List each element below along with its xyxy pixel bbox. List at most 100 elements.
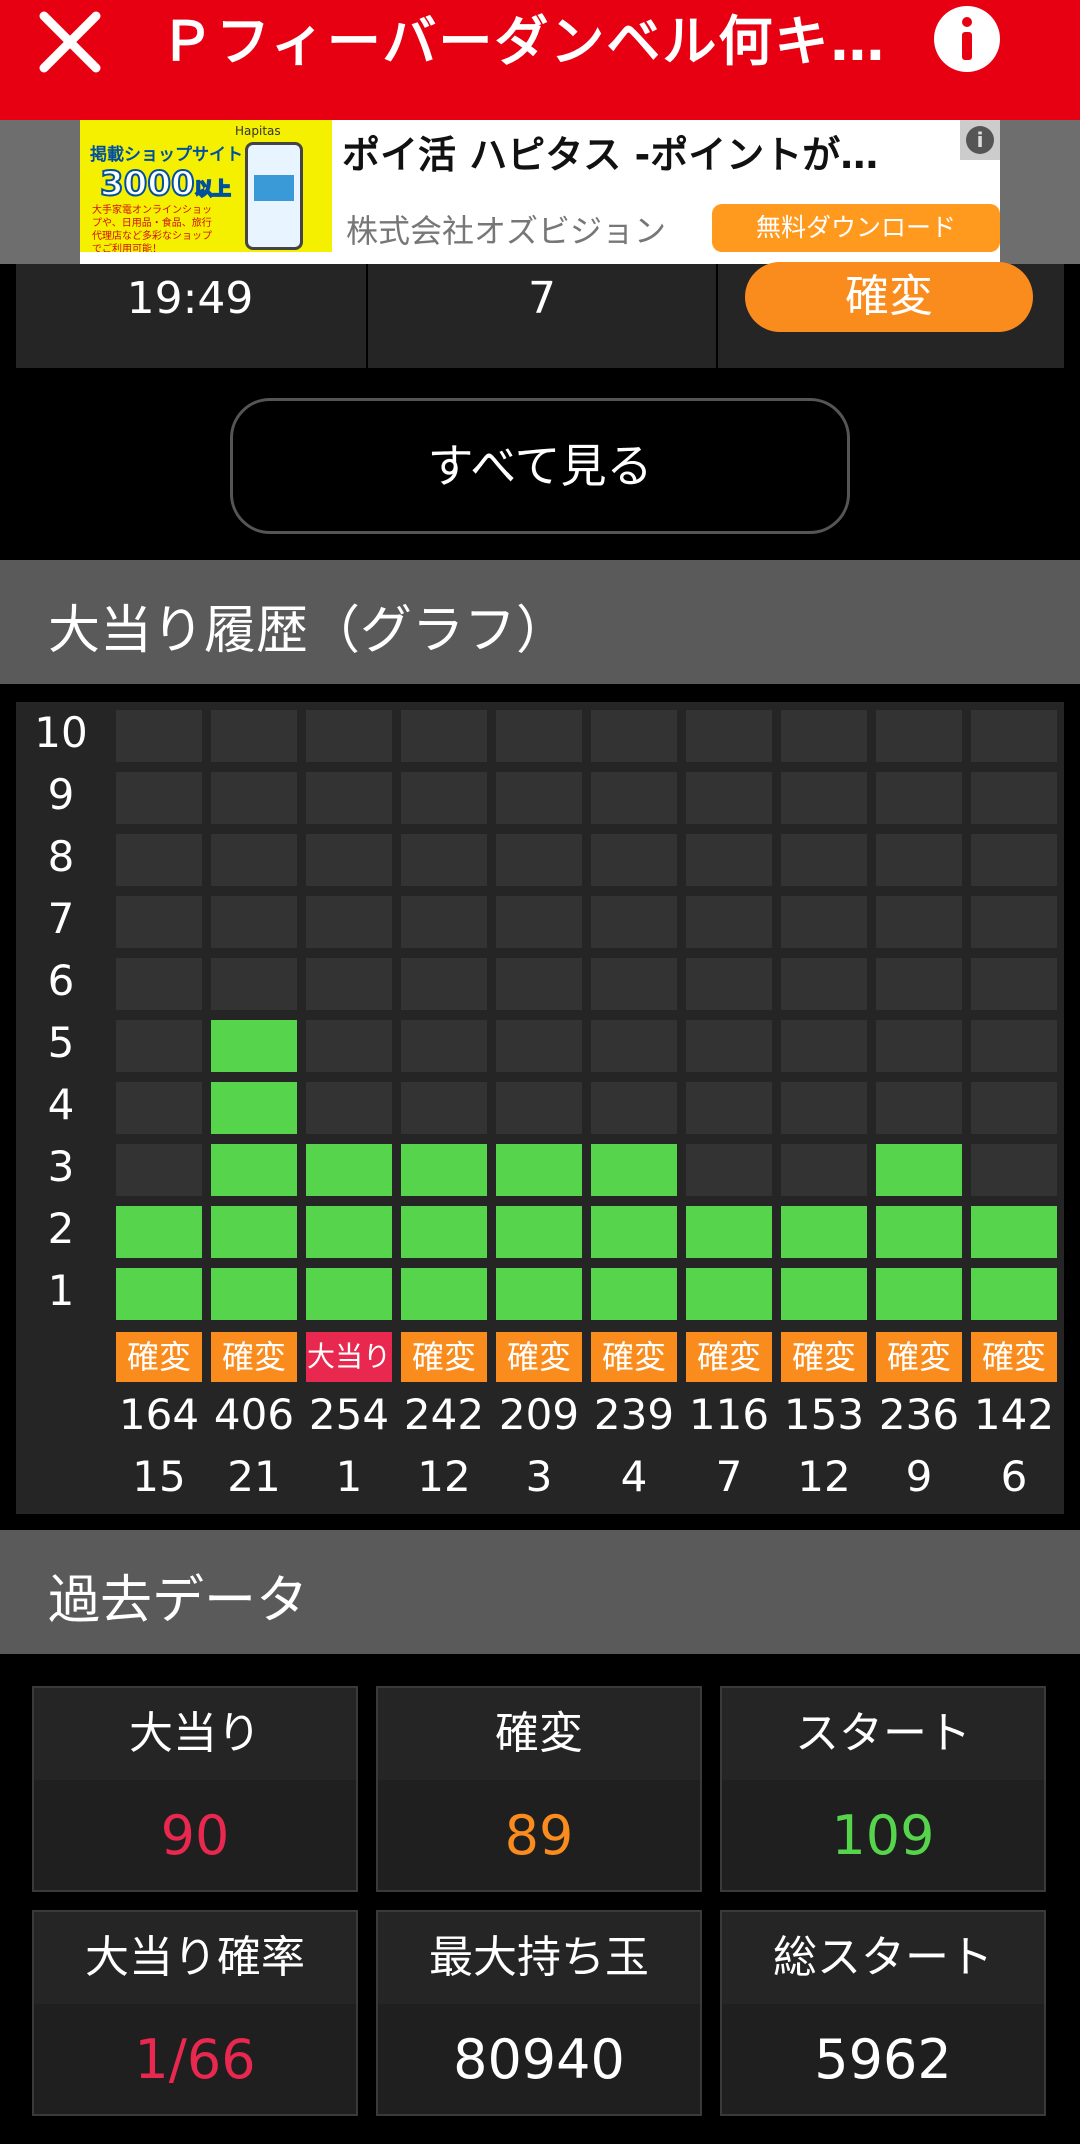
ad-download-button[interactable]: 無料ダウンロード <box>712 204 1000 252</box>
start-count: 254 <box>308 1390 390 1439</box>
empty-cell <box>971 1020 1057 1072</box>
bar-cell <box>211 1206 297 1258</box>
empty-cell <box>971 1144 1057 1196</box>
empty-cell <box>591 1020 677 1072</box>
empty-cell <box>401 1020 487 1072</box>
stat-label: スタート <box>722 1688 1044 1780</box>
empty-cell <box>686 1020 772 1072</box>
ad-info-button[interactable]: i <box>960 120 1000 160</box>
empty-cell <box>306 958 392 1010</box>
empty-cell <box>591 896 677 948</box>
start-count: 142 <box>973 1390 1055 1439</box>
y-axis-label: 10 <box>34 708 88 757</box>
start-count: 116 <box>688 1390 770 1439</box>
round-count: 15 <box>132 1452 186 1501</box>
ad-thumb-count: 3000以上 <box>99 163 232 205</box>
start-count: 236 <box>878 1390 960 1439</box>
stat-box: 確変 89 <box>376 1686 702 1892</box>
stat-box: スタート 109 <box>720 1686 1046 1892</box>
ad-banner[interactable]: 掲載ショップサイト 3000以上 大手家電オンラインショップや、日用品・食品、旅… <box>0 120 1080 264</box>
stat-value: 5962 <box>814 2028 952 2091</box>
empty-cell <box>591 1082 677 1134</box>
y-axis-label: 9 <box>47 770 75 819</box>
round-count: 4 <box>620 1452 648 1501</box>
bar-cell <box>401 1268 487 1320</box>
empty-cell <box>686 958 772 1010</box>
past-section-header: 過去データ <box>0 1530 1080 1654</box>
empty-cell <box>971 772 1057 824</box>
y-axis-label: 4 <box>47 1080 75 1129</box>
empty-cell <box>496 710 582 762</box>
round-count: 12 <box>417 1452 471 1501</box>
empty-cell <box>781 958 867 1010</box>
round-count: 3 <box>525 1452 553 1501</box>
stat-label: 大当り <box>34 1688 356 1780</box>
bar-cell <box>116 1206 202 1258</box>
y-axis-label: 5 <box>47 1018 75 1067</box>
bar-cell <box>781 1206 867 1258</box>
empty-cell <box>306 710 392 762</box>
bar-cell <box>211 1020 297 1072</box>
history-graph: 10 9 8 7 6 5 4 3 2 1 確変 164 15 確変 406 21 大当り 254 1 確変 242 12 確… <box>16 702 1064 1514</box>
close-button[interactable] <box>30 2 110 82</box>
bar-cell <box>591 1206 677 1258</box>
bar-cell <box>591 1144 677 1196</box>
ad-thumb-text: 大手家電オンラインショップや、日用品・食品、旅行代理店など多彩なショップでご利用… <box>92 205 212 252</box>
history-type-badge: 確変 <box>745 262 1033 332</box>
ad-company: 株式会社オズビジョン <box>346 212 667 250</box>
empty-cell <box>686 1144 772 1196</box>
bar-cell <box>496 1268 582 1320</box>
empty-cell <box>591 958 677 1010</box>
empty-cell <box>306 772 392 824</box>
empty-cell <box>781 1144 867 1196</box>
empty-cell <box>116 896 202 948</box>
empty-cell <box>496 772 582 824</box>
page-title: Ｐフィーバーダンベル何キロ… <box>160 10 920 73</box>
graph-section-header: 大当り履歴（グラフ） <box>0 560 1080 684</box>
ad-title[interactable]: ポイ活 ハピタス -ポイントが… <box>342 124 902 179</box>
y-axis-label: 6 <box>47 956 75 1005</box>
stat-label: 大当り確率 <box>34 1912 356 2004</box>
bar-cell <box>306 1268 392 1320</box>
empty-cell <box>876 772 962 824</box>
bar-cell <box>876 1144 962 1196</box>
bar-cell <box>591 1268 677 1320</box>
kakuhen-badge: 確変 <box>781 1332 867 1382</box>
empty-cell <box>401 1082 487 1134</box>
round-count: 7 <box>715 1452 743 1501</box>
empty-cell <box>211 958 297 1010</box>
bar-cell <box>876 1268 962 1320</box>
see-all-button[interactable]: すべて見る <box>230 398 850 534</box>
bar-cell <box>211 1144 297 1196</box>
empty-cell <box>781 710 867 762</box>
empty-cell <box>116 710 202 762</box>
empty-cell <box>686 772 772 824</box>
empty-cell <box>116 1082 202 1134</box>
empty-cell <box>781 1082 867 1134</box>
empty-cell <box>401 710 487 762</box>
round-count: 1 <box>335 1452 363 1501</box>
bar-cell <box>401 1144 487 1196</box>
stat-label: 最大持ち玉 <box>378 1912 700 2004</box>
empty-cell <box>306 1020 392 1072</box>
past-data-grid: 大当り 90 確変 89 スタート 109 大当り確率 1/66 最大持ち玉 80940 総スタート… <box>16 1656 1064 2144</box>
empty-cell <box>401 772 487 824</box>
start-count: 406 <box>213 1390 295 1439</box>
kakuhen-badge: 確変 <box>686 1332 772 1382</box>
info-button[interactable] <box>934 6 1000 72</box>
empty-cell <box>496 1020 582 1072</box>
empty-cell <box>591 710 677 762</box>
empty-cell <box>116 772 202 824</box>
bar-cell <box>211 1268 297 1320</box>
ad-content[interactable]: 掲載ショップサイト 3000以上 大手家電オンラインショップや、日用品・食品、旅… <box>80 120 1000 264</box>
bar-cell <box>306 1206 392 1258</box>
empty-cell <box>211 896 297 948</box>
empty-cell <box>306 834 392 886</box>
ad-thumbnail[interactable]: 掲載ショップサイト 3000以上 大手家電オンラインショップや、日用品・食品、旅… <box>80 120 332 252</box>
section-title: 大当り履歴（グラフ） <box>48 601 569 661</box>
bar-cell <box>496 1206 582 1258</box>
empty-cell <box>971 896 1057 948</box>
empty-cell <box>781 772 867 824</box>
empty-cell <box>401 896 487 948</box>
kakuhen-badge: 確変 <box>496 1332 582 1382</box>
